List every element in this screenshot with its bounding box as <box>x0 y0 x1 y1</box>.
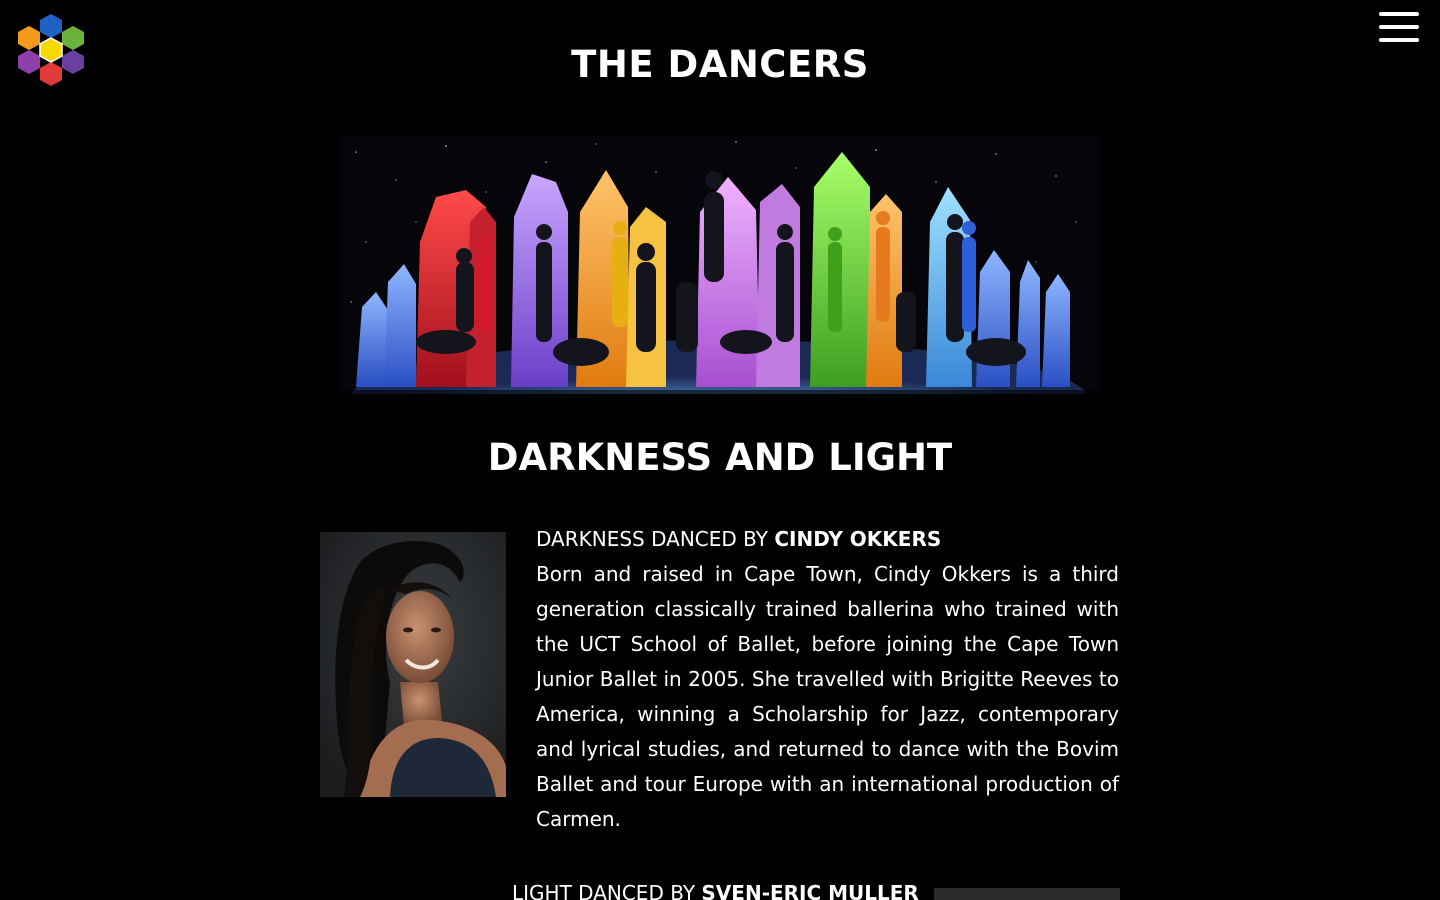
menu-bar <box>1379 25 1419 29</box>
dancer-name: SVEN-ERIC MULLER <box>701 881 919 900</box>
dancer-portrait <box>320 532 506 797</box>
dancer-portrait <box>934 888 1120 900</box>
dancer-bio-text: Born and raised in Cape Town, Cindy Okke… <box>536 562 1119 831</box>
role-prefix: LIGHT DANCED BY <box>512 881 702 900</box>
dancer-credit: LIGHT DANCED BY SVEN-ERIC MULLER <box>512 876 919 900</box>
section-title: DARKNESS AND LIGHT <box>487 436 953 479</box>
hero-image <box>336 132 1102 394</box>
menu-bar <box>1379 12 1419 16</box>
role-prefix: DARKNESS DANCED BY <box>536 527 775 551</box>
dancer-credit: DARKNESS DANCED BY CINDY OKKERS <box>536 522 1119 557</box>
dancer-bio: DARKNESS DANCED BY CINDY OKKERS Born and… <box>536 522 1119 837</box>
dancer-name: CINDY OKKERS <box>774 527 942 551</box>
page: THE DANCERS DARKNESS AND LIGHT DARKNESS … <box>0 0 1440 900</box>
page-title: THE DANCERS <box>571 43 869 86</box>
